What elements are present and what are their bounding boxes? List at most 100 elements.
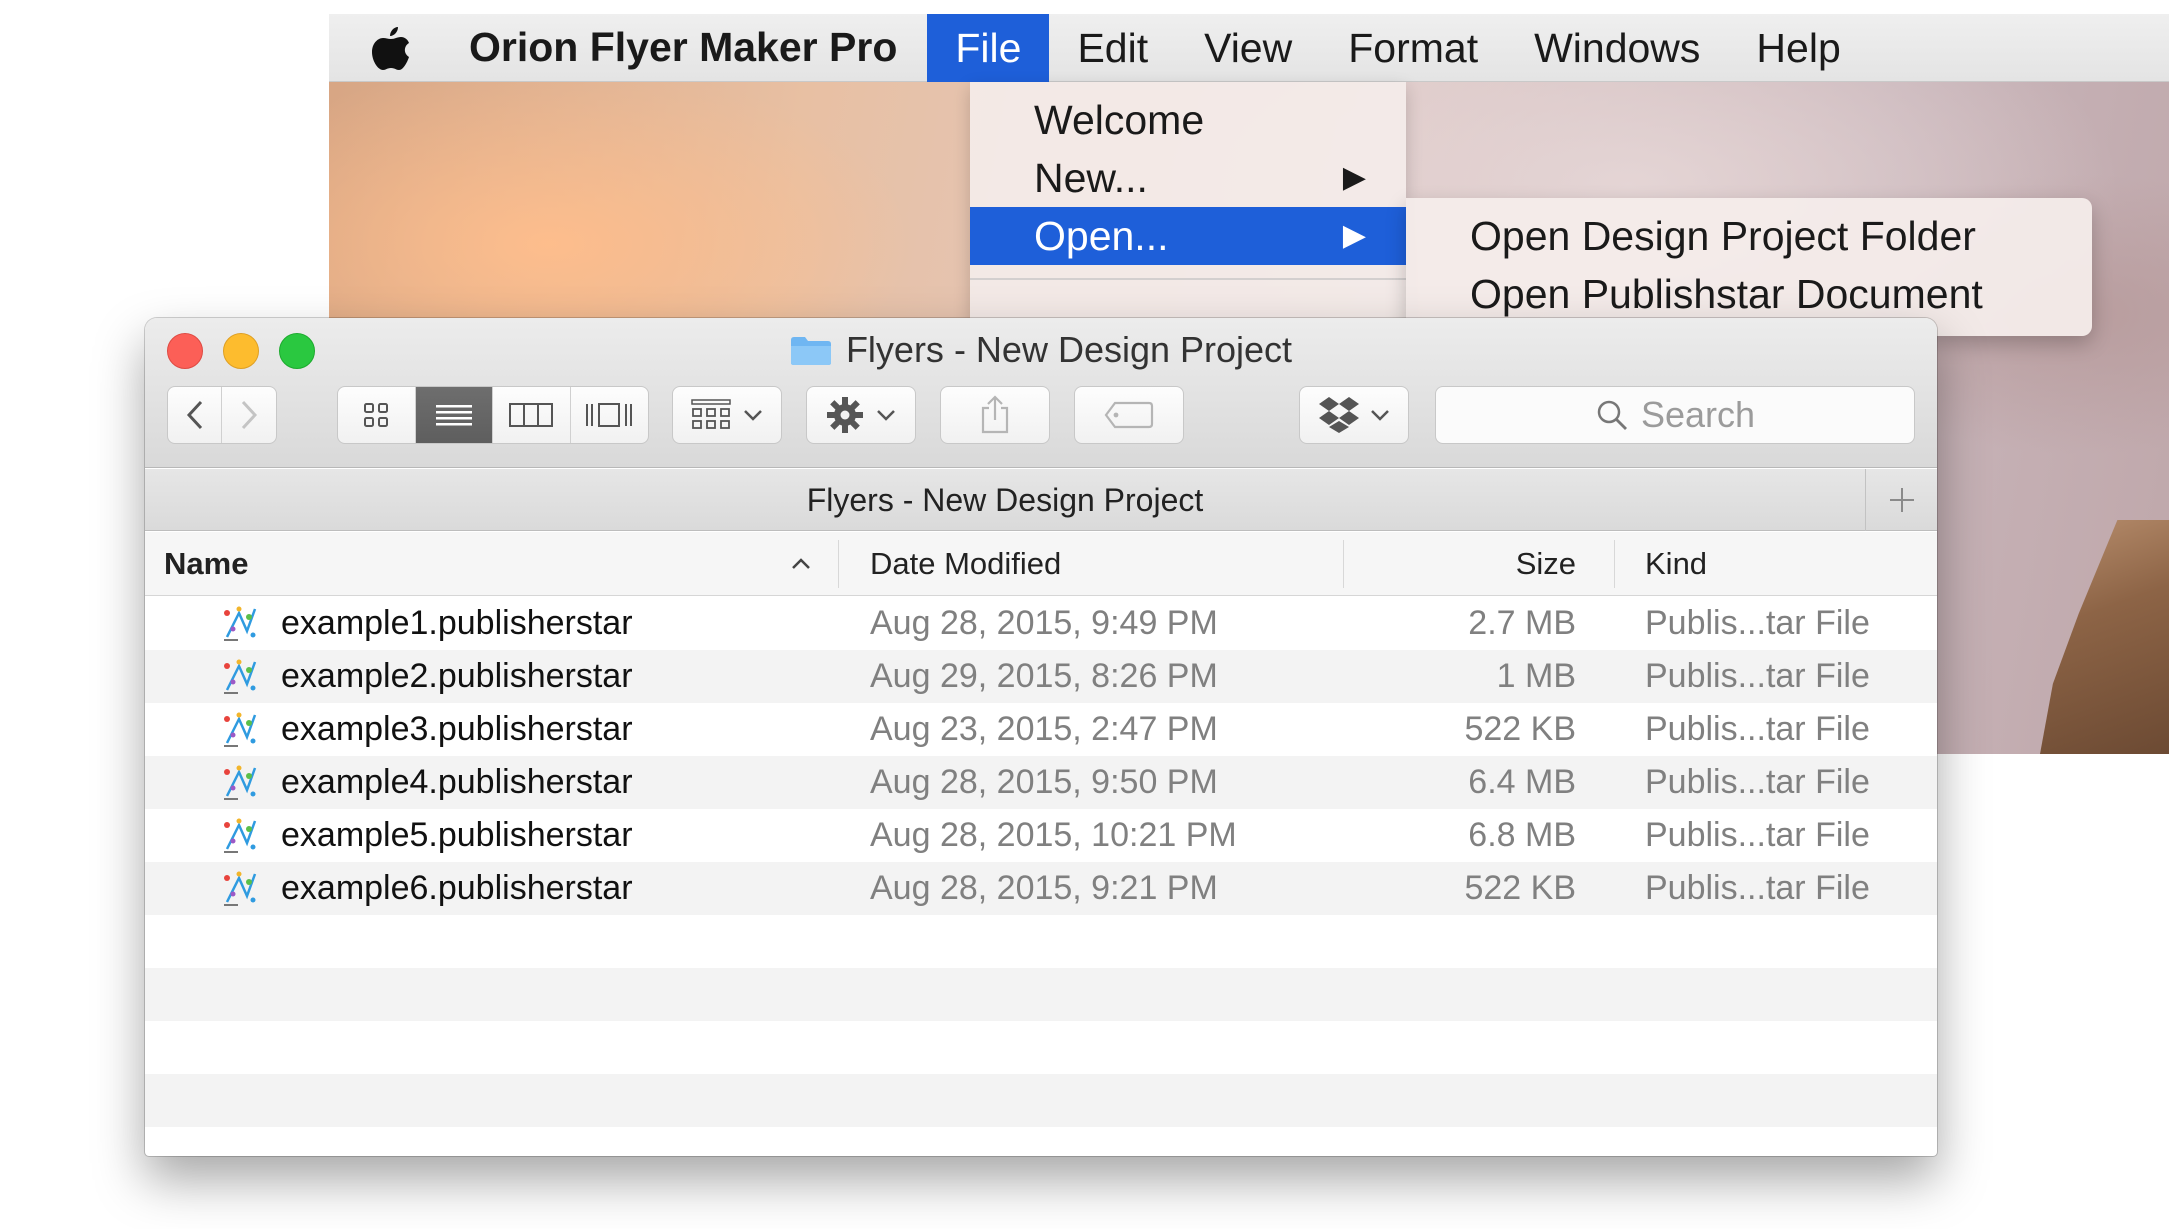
column-view-button[interactable] xyxy=(493,387,571,443)
open-submenu: Open Design Project Folder Open Publishs… xyxy=(1406,198,2092,336)
folder-icon xyxy=(790,337,831,365)
publisherstar-file-icon xyxy=(224,659,257,694)
add-tab-icon xyxy=(1889,488,1914,512)
dropbox-icon xyxy=(1319,397,1359,433)
chevron-down-icon xyxy=(744,410,762,421)
file-kind: Publis...tar File xyxy=(1645,869,1870,907)
chevron-down-icon xyxy=(1371,410,1389,421)
file-date-modified: Aug 28, 2015, 9:21 PM xyxy=(870,869,1218,907)
table-row[interactable]: example2.publisherstar Aug 29, 2015, 8:2… xyxy=(145,650,1937,703)
column-view-icon xyxy=(509,403,554,427)
file-kind: Publis...tar File xyxy=(1645,816,1870,854)
menu-item-label: Open... xyxy=(1034,213,1169,259)
add-tab-button[interactable] xyxy=(1865,469,1937,531)
menu-item-new[interactable]: New... ▶ xyxy=(970,149,1406,207)
file-kind: Publis...tar File xyxy=(1645,604,1870,642)
forward-button[interactable] xyxy=(222,387,276,443)
list-view-button[interactable] xyxy=(415,387,493,443)
search-placeholder: Search xyxy=(1640,394,1756,435)
column-kind-header[interactable]: Kind xyxy=(1645,532,1707,596)
file-date-modified: Aug 28, 2015, 9:49 PM xyxy=(870,604,1218,642)
menu-file[interactable]: File xyxy=(927,13,1050,82)
menu-bar: Orion Flyer Maker Pro File Edit View For… xyxy=(329,13,2169,82)
file-name: example3.publisherstar xyxy=(281,710,633,748)
file-date-modified: Aug 29, 2015, 8:26 PM xyxy=(870,657,1218,695)
window-title: Flyers - New Design Project xyxy=(145,328,1937,372)
arrange-button[interactable] xyxy=(672,386,782,444)
window-title-text: Flyers - New Design Project xyxy=(845,329,1293,370)
menu-format[interactable]: Format xyxy=(1320,14,1506,82)
menu-windows[interactable]: Windows xyxy=(1506,14,1728,82)
file-size: 522 KB xyxy=(1464,710,1576,748)
tab-bar: Flyers - New Design Project xyxy=(145,469,1937,531)
file-date-modified: Aug 28, 2015, 9:50 PM xyxy=(870,763,1218,801)
cover-flow-icon xyxy=(586,403,633,427)
table-row[interactable]: example1.publisherstar Aug 28, 2015, 9:4… xyxy=(145,597,1937,650)
empty-row xyxy=(145,1021,1937,1074)
menu-item-open-design-project-folder[interactable]: Open Design Project Folder xyxy=(1470,207,1976,265)
publisherstar-file-icon xyxy=(224,765,257,800)
menu-item-open[interactable]: Open... ▶ xyxy=(970,207,1406,265)
empty-row xyxy=(145,968,1937,1021)
action-button[interactable] xyxy=(806,386,916,444)
share-icon xyxy=(981,395,1009,434)
submenu-arrow-icon: ▶ xyxy=(1342,161,1366,194)
search-icon xyxy=(1597,400,1627,430)
column-divider[interactable] xyxy=(838,540,839,588)
table-row[interactable]: example3.publisherstar Aug 23, 2015, 2:4… xyxy=(145,703,1937,756)
app-name-menu[interactable]: Orion Flyer Maker Pro xyxy=(469,24,897,71)
chevron-down-icon xyxy=(877,410,895,421)
table-row[interactable]: example6.publisherstar Aug 28, 2015, 9:2… xyxy=(145,862,1937,915)
tab-flyers-new-design-project[interactable]: Flyers - New Design Project xyxy=(145,469,1865,531)
column-divider[interactable] xyxy=(1614,540,1615,588)
publisherstar-file-icon xyxy=(224,712,257,747)
file-size: 6.4 MB xyxy=(1468,763,1576,801)
file-name: example1.publisherstar xyxy=(281,604,633,642)
search-input[interactable]: Search xyxy=(1435,386,1915,444)
file-name: example6.publisherstar xyxy=(281,869,633,907)
share-button[interactable] xyxy=(940,386,1050,444)
publisherstar-file-icon xyxy=(224,606,257,641)
table-row[interactable]: example4.publisherstar Aug 28, 2015, 9:5… xyxy=(145,756,1937,809)
file-size: 1 MB xyxy=(1496,657,1576,695)
column-date-header[interactable]: Date Modified xyxy=(870,532,1061,596)
file-list: example1.publisherstar Aug 28, 2015, 9:4… xyxy=(145,597,1937,1156)
column-size-header[interactable]: Size xyxy=(1516,532,1576,596)
forward-icon xyxy=(241,400,258,430)
submenu-arrow-icon: ▶ xyxy=(1342,219,1366,252)
apple-icon[interactable] xyxy=(371,23,411,73)
menu-item-open-publishstar-document[interactable]: Open Publishstar Document xyxy=(1470,265,1983,323)
list-view-icon xyxy=(435,405,472,426)
menu-item-label: Welcome xyxy=(1034,97,1205,143)
file-menu-dropdown: Welcome New... ▶ Open... ▶ xyxy=(970,82,1406,322)
sort-ascending-icon[interactable] xyxy=(790,556,812,572)
file-size: 2.7 MB xyxy=(1468,604,1576,642)
file-kind: Publis...tar File xyxy=(1645,657,1870,695)
empty-row xyxy=(145,915,1937,968)
finder-window: Flyers - New Design Project Search Flyer… xyxy=(145,318,1937,1156)
column-divider[interactable] xyxy=(1343,540,1344,588)
arrange-icon xyxy=(691,399,731,429)
tag-button[interactable] xyxy=(1074,386,1184,444)
file-date-modified: Aug 28, 2015, 10:21 PM xyxy=(870,816,1237,854)
file-kind: Publis...tar File xyxy=(1645,763,1870,801)
empty-row xyxy=(145,1074,1937,1127)
menu-view[interactable]: View xyxy=(1176,14,1320,82)
gear-icon xyxy=(827,397,863,433)
back-button[interactable] xyxy=(168,387,223,443)
menu-help[interactable]: Help xyxy=(1728,14,1868,82)
cover-flow-button[interactable] xyxy=(571,387,649,443)
file-date-modified: Aug 23, 2015, 2:47 PM xyxy=(870,710,1218,748)
view-mode-control xyxy=(337,386,649,444)
file-name: example5.publisherstar xyxy=(281,816,633,854)
icon-view-button[interactable] xyxy=(338,387,416,443)
file-size: 6.8 MB xyxy=(1468,816,1576,854)
file-kind: Publis...tar File xyxy=(1645,710,1870,748)
column-name-header[interactable]: Name xyxy=(164,532,248,596)
table-row[interactable]: example5.publisherstar Aug 28, 2015, 10:… xyxy=(145,809,1937,862)
menu-edit[interactable]: Edit xyxy=(1049,14,1176,82)
column-header: Name Date Modified Size Kind xyxy=(145,532,1937,596)
dropbox-button[interactable] xyxy=(1299,386,1409,444)
menu-item-welcome[interactable]: Welcome xyxy=(970,91,1406,149)
window-toolbar: Flyers - New Design Project Search xyxy=(145,318,1937,468)
